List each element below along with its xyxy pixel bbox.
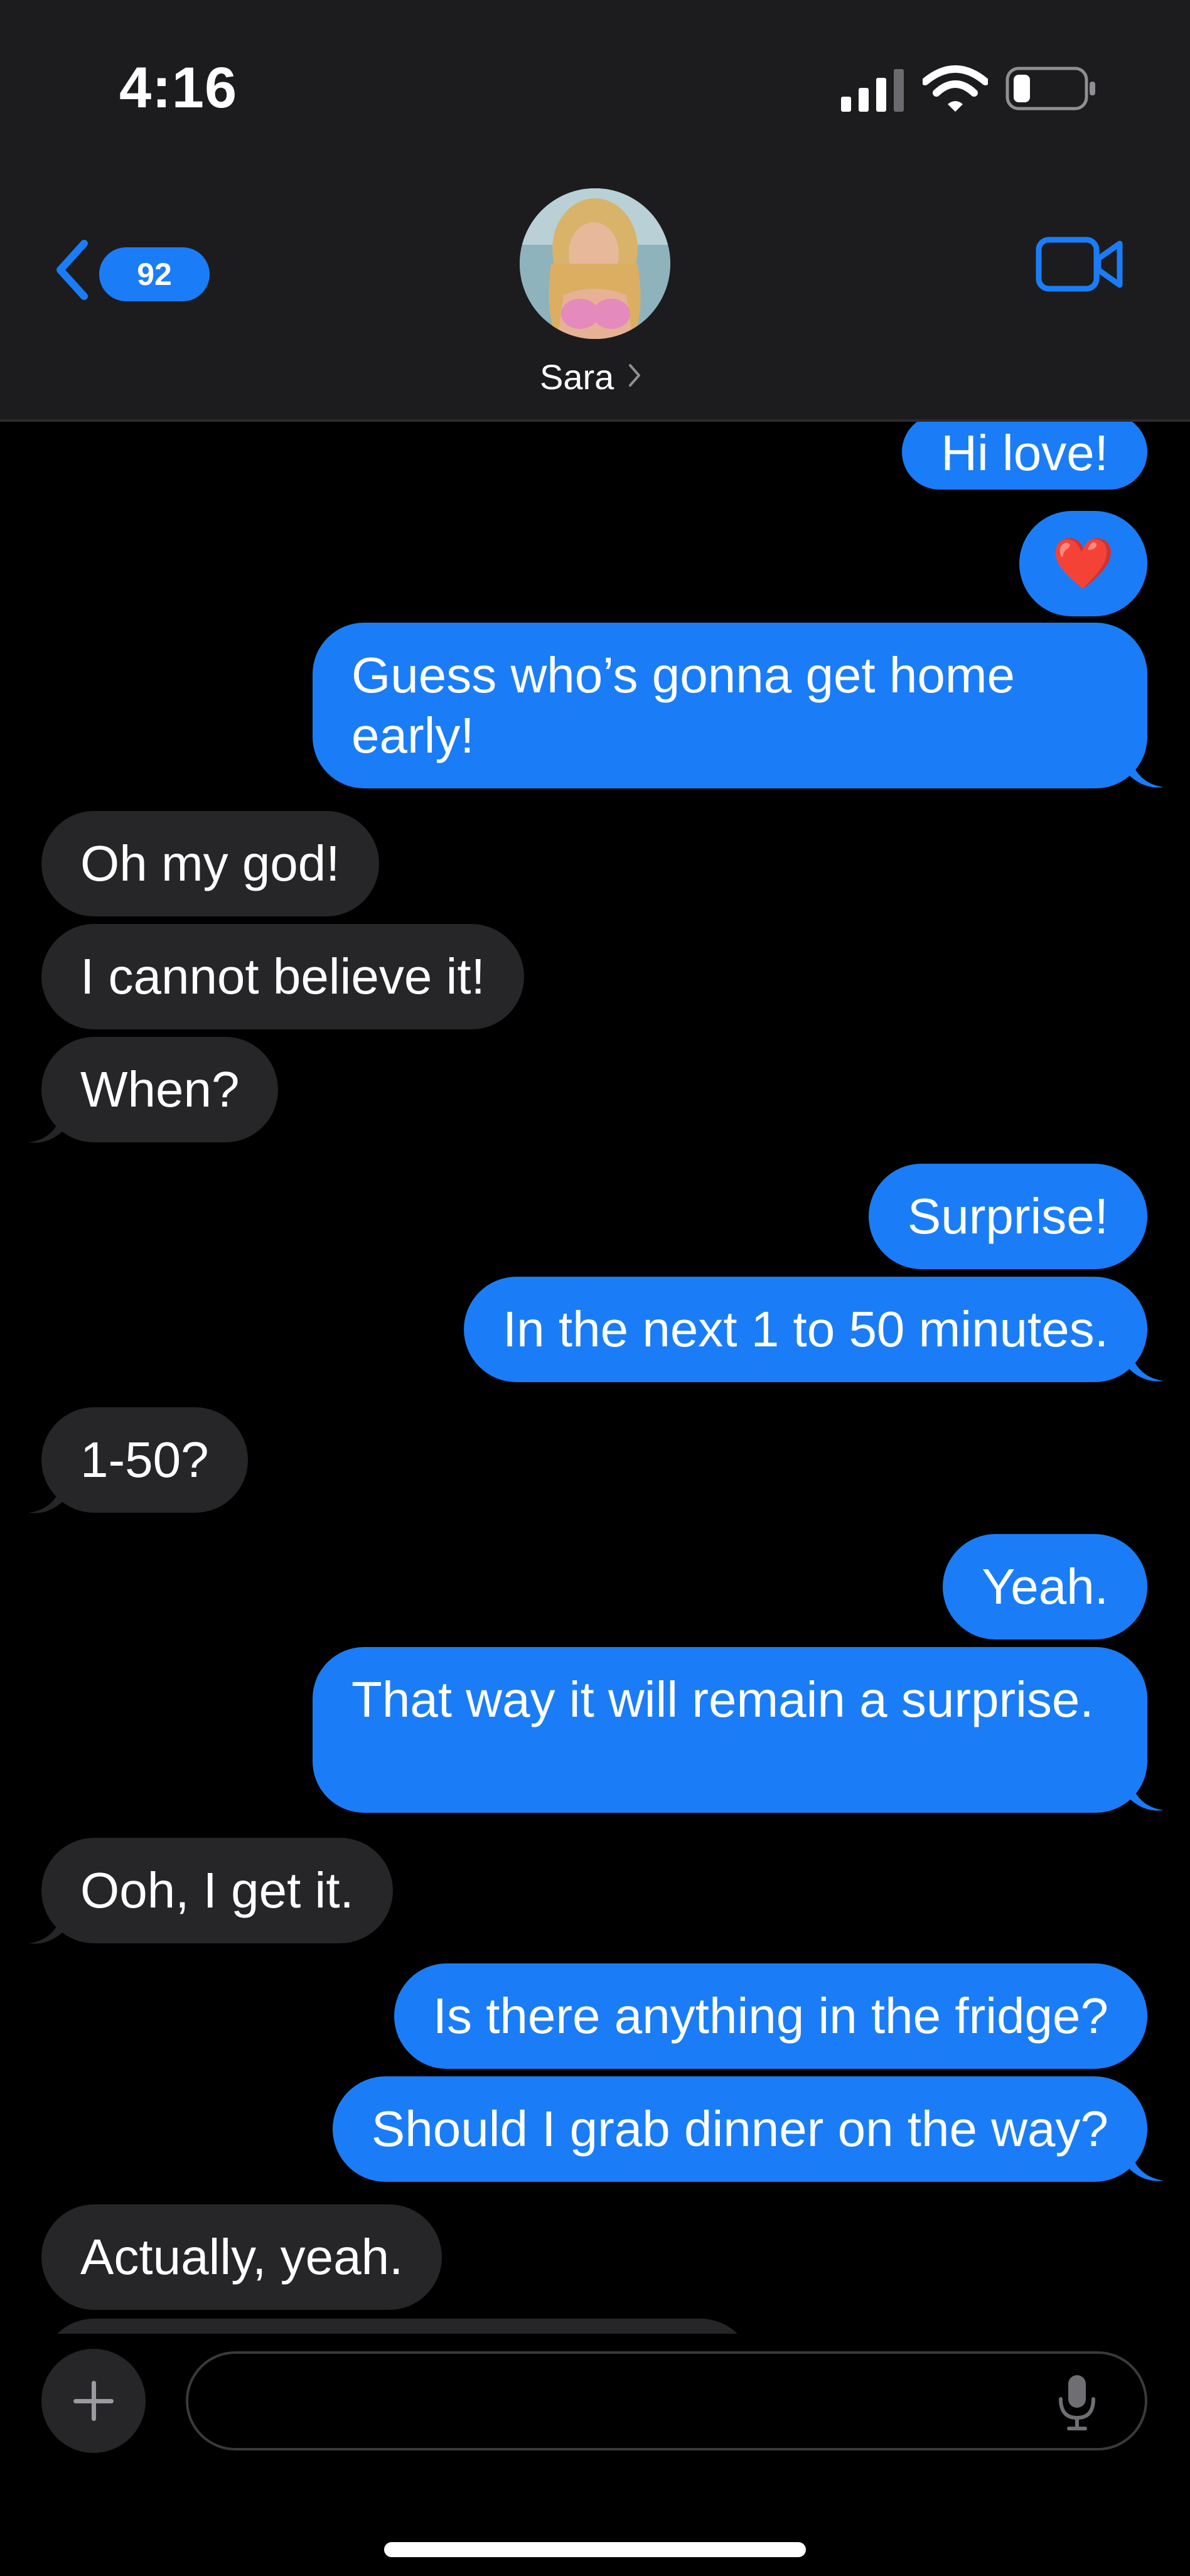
message-bubble-incoming[interactable]: Actually, yeah.: [41, 2204, 442, 2310]
message-bubble-incoming[interactable]: 1-50?: [41, 1407, 248, 1513]
message-bubble-outgoing[interactable]: Surprise!: [868, 1164, 1147, 1269]
message-bubble-outgoing[interactable]: Is there anything in the fridge?: [394, 1963, 1147, 2069]
conversation-header: 92 Sara: [0, 169, 1190, 422]
bubble-tail: [1130, 1778, 1164, 1811]
bubble-tail: [29, 1480, 63, 1513]
status-time: 4:16: [119, 56, 238, 120]
bubble-tail: [29, 1110, 63, 1143]
avatar-image: [520, 188, 670, 339]
chevron-right-icon[interactable]: [628, 363, 641, 388]
bubble-tail: [1130, 2148, 1164, 2181]
message-bubble-outgoing[interactable]: Hi love!: [902, 422, 1147, 490]
battery-icon: [1005, 67, 1095, 110]
bubble-tail: [1130, 1348, 1164, 1382]
cellular-signal-icon: [841, 69, 904, 112]
contact-name[interactable]: Sara: [540, 357, 614, 397]
message-bubble-incoming[interactable]: Oh my god!: [41, 811, 379, 916]
status-bar: 4:16: [0, 0, 1190, 169]
video-camera-icon[interactable]: [1036, 235, 1125, 294]
message-input[interactable]: [186, 2351, 1147, 2450]
bubble-tail: [1130, 754, 1164, 788]
message-bubble-outgoing[interactable]: In the next 1 to 50 minutes.: [463, 1277, 1147, 1382]
message-list[interactable]: Hi love! ❤️ Guess who’s gonna get home e…: [0, 422, 1190, 2334]
unread-count-badge: 92: [99, 247, 210, 301]
message-bubble-incoming[interactable]: Ooh, I get it.: [41, 1838, 393, 1943]
plus-icon[interactable]: [41, 2349, 146, 2453]
message-bubble-outgoing[interactable]: ❤️: [1019, 511, 1147, 616]
message-bubble-outgoing[interactable]: Guess who’s gonna get home early!: [313, 623, 1147, 788]
chevron-left-icon: [56, 240, 88, 300]
message-bubble-outgoing[interactable]: That way it will remain a surprise.: [313, 1647, 1147, 1813]
back-button[interactable]: 92: [44, 232, 210, 308]
message-bubble-outgoing[interactable]: Yeah.: [943, 1534, 1147, 1640]
message-bubble-incoming[interactable]: When?: [41, 1037, 279, 1142]
contact-avatar[interactable]: [520, 188, 670, 339]
bubble-tail: [29, 1911, 63, 1944]
message-bubble-incoming[interactable]: I cannot believe it!: [41, 924, 524, 1029]
message-bubble-incoming-partial[interactable]: [41, 2319, 753, 2334]
message-bubble-outgoing[interactable]: Should I grab dinner on the way?: [332, 2076, 1147, 2182]
wifi-icon: [923, 65, 988, 112]
microphone-icon[interactable]: [1054, 2373, 1100, 2433]
home-indicator[interactable]: [384, 2542, 806, 2557]
